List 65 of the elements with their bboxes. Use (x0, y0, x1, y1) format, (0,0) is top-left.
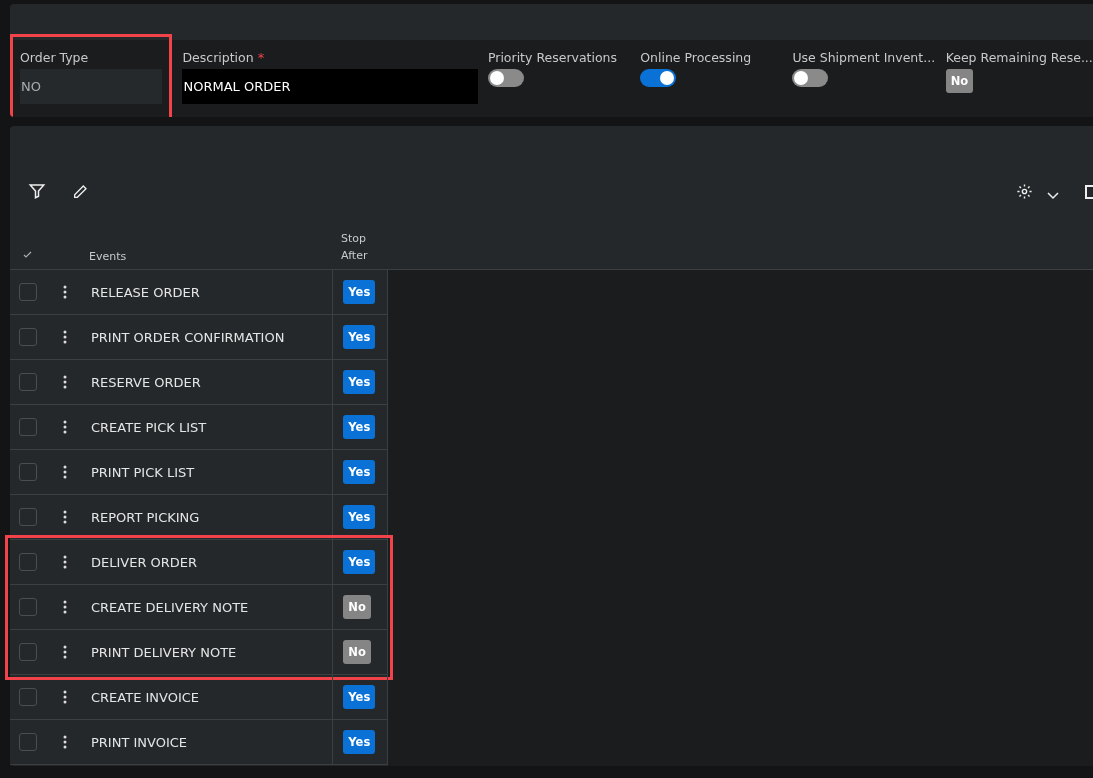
row-checkbox[interactable] (19, 283, 37, 301)
row-checkbox[interactable] (19, 733, 37, 751)
more-icon[interactable] (63, 555, 67, 569)
toggle-switch[interactable] (792, 69, 829, 87)
row-checkbox[interactable] (19, 373, 37, 391)
row-checkbox[interactable] (19, 598, 37, 616)
field-label: Keep Remaining Rese... (945, 50, 1093, 65)
stop-after-badge: Yes (343, 325, 376, 349)
stop-after-badge: No (343, 640, 371, 664)
more-icon[interactable] (63, 600, 67, 614)
field-label: Description (182, 50, 254, 65)
toggle-switch[interactable] (640, 69, 677, 87)
stop-after-badge: Yes (343, 730, 376, 754)
event-name: PRINT DELIVERY NOTE (91, 644, 237, 660)
stop-after-badge: Yes (343, 460, 376, 484)
row-checkbox[interactable] (19, 688, 37, 706)
more-icon[interactable] (63, 420, 67, 434)
event-name: CREATE DELIVERY NOTE (91, 599, 249, 615)
stop-after-badge: Yes (343, 415, 376, 439)
more-icon[interactable] (63, 735, 67, 749)
field-label: Priority Reservations (487, 50, 618, 65)
field-label: Online Processing (640, 50, 752, 65)
stop-after-badge: Yes (343, 550, 376, 574)
stop-after-badge: Yes (343, 505, 376, 529)
more-icon[interactable] (63, 375, 67, 389)
event-name: PRINT ORDER CONFIRMATION (91, 329, 285, 345)
more-icon[interactable] (63, 285, 67, 299)
event-name: REPORT PICKING (91, 509, 200, 525)
row-checkbox[interactable] (19, 463, 37, 481)
event-name: CREATE INVOICE (91, 689, 200, 705)
stop-after-badge: No (343, 595, 371, 619)
stop-after-badge: Yes (343, 685, 376, 709)
event-name: PRINT INVOICE (91, 734, 188, 750)
text-field[interactable]: NO (20, 69, 163, 104)
event-name: DELIVER ORDER (91, 554, 198, 570)
status-badge: No (945, 69, 974, 93)
export-icon[interactable] (1085, 184, 1093, 200)
more-icon[interactable] (63, 645, 67, 659)
row-checkbox[interactable] (19, 553, 37, 571)
row-checkbox[interactable] (19, 328, 37, 346)
event-name: RELEASE ORDER (91, 284, 200, 300)
toggle-switch[interactable] (487, 69, 524, 87)
pencil-icon[interactable] (72, 184, 88, 200)
more-icon[interactable] (63, 690, 67, 704)
column-header[interactable]: Stop After (341, 229, 381, 264)
field-label: Order Type (20, 50, 89, 65)
row-checkbox[interactable] (19, 418, 37, 436)
event-name: CREATE PICK LIST (91, 419, 207, 435)
more-icon[interactable] (63, 510, 67, 524)
text-field[interactable]: NORMAL ORDER (182, 69, 478, 104)
settings-icon[interactable] (1016, 183, 1033, 200)
more-icon[interactable] (63, 330, 67, 344)
row-checkbox[interactable] (19, 643, 37, 661)
column-header[interactable]: Events (89, 248, 127, 265)
event-name: PRINT PICK LIST (91, 464, 195, 480)
chevron-down-icon[interactable] (1047, 192, 1059, 200)
stop-after-badge: Yes (343, 370, 376, 394)
stop-after-badge: Yes (343, 280, 376, 304)
event-name: RESERVE ORDER (91, 374, 201, 390)
row-checkbox[interactable] (19, 508, 37, 526)
filter-icon[interactable] (28, 182, 46, 200)
check-icon (23, 251, 32, 258)
required-mark: * (257, 50, 265, 65)
field-label: Use Shipment Invent... (792, 50, 936, 65)
more-icon[interactable] (63, 465, 67, 479)
